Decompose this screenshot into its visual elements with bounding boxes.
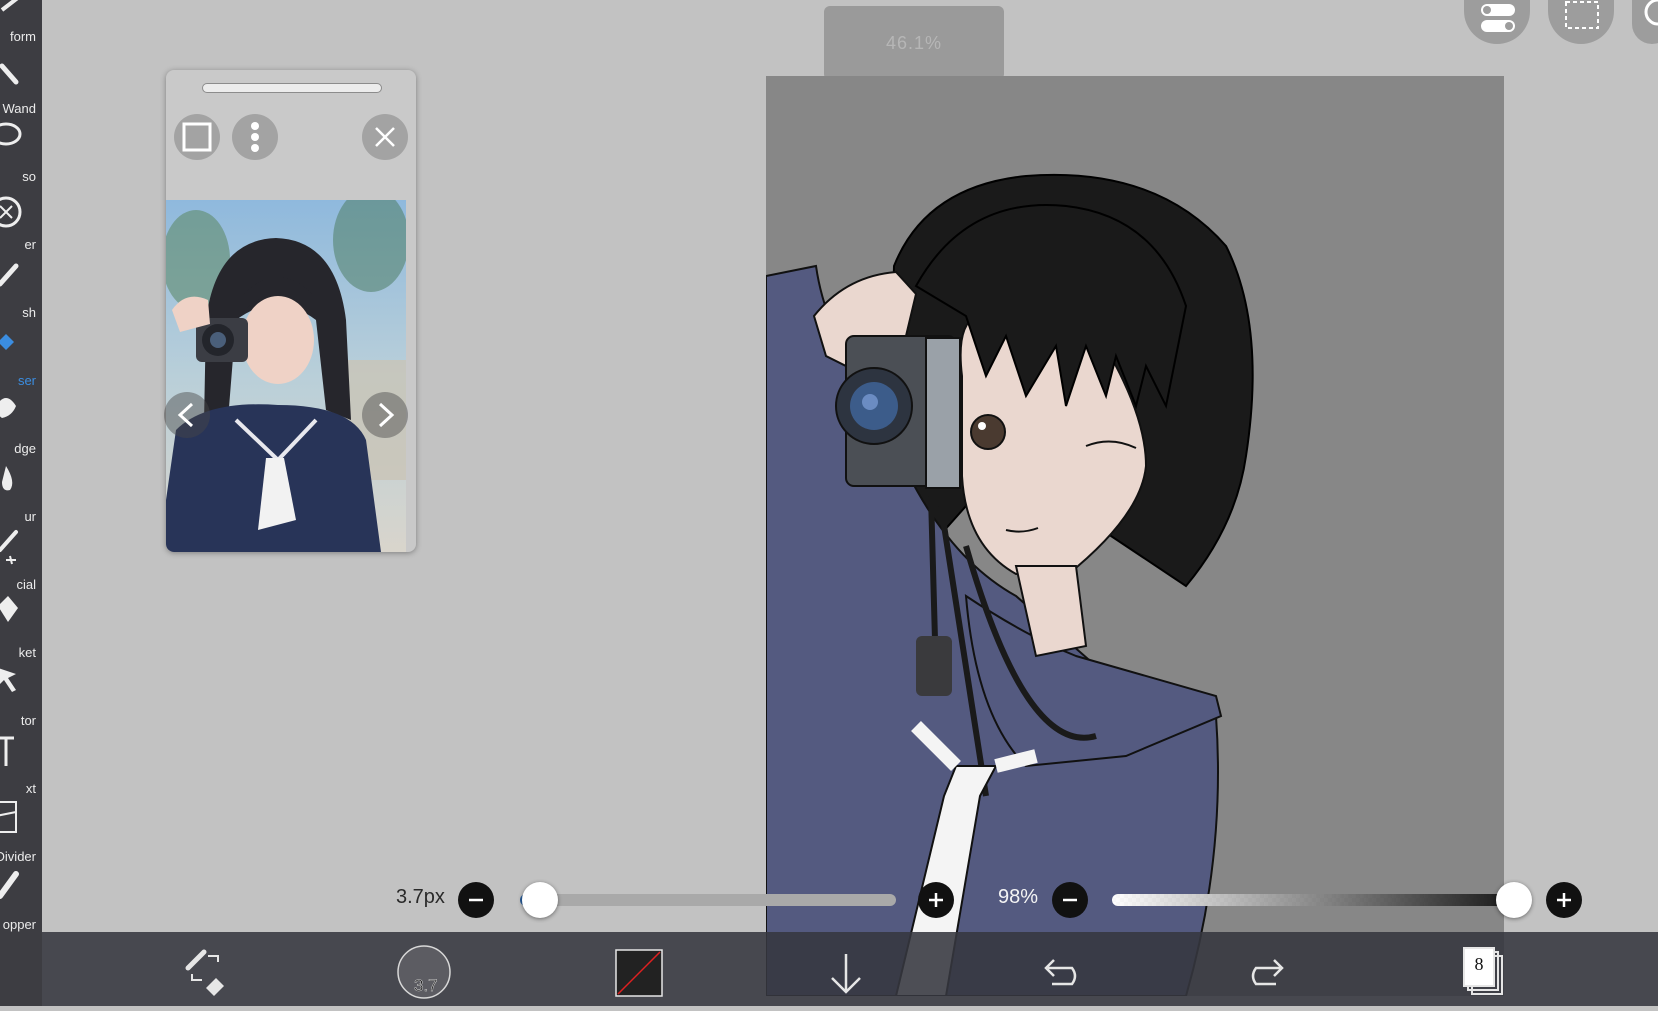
brush-size-thumb[interactable] [521, 882, 558, 918]
tool-smudge[interactable]: dge [0, 384, 42, 456]
lasso-icon [0, 112, 42, 164]
tool-eraser[interactable]: ser [0, 316, 42, 388]
selection-button[interactable] [1548, 0, 1614, 44]
plus-icon [929, 893, 943, 907]
settings-toggle-button[interactable] [1464, 0, 1530, 44]
tool-filter[interactable]: er [0, 180, 42, 252]
redo-button[interactable] [1248, 932, 1292, 1006]
artwork [766, 76, 1504, 996]
undo-icon [1044, 959, 1077, 986]
zoom-level-badge: 46.1% [824, 6, 1004, 80]
square-icon [182, 122, 212, 152]
bottom-toolbar: 3.7 8 [42, 932, 1658, 1006]
color-swatch-button[interactable] [614, 932, 664, 1006]
opacity-thumb[interactable] [1495, 882, 1532, 918]
brush-preview-label: 3.7 [414, 976, 438, 996]
drag-handle[interactable] [202, 83, 382, 93]
tool-brush[interactable]: sh [0, 248, 42, 320]
dashed-selection-icon [1565, 1, 1599, 29]
download-button[interactable] [824, 932, 868, 1006]
minus-icon [1063, 898, 1077, 902]
tool-selector[interactable]: tor [0, 656, 42, 728]
opacity-value: 98% [998, 886, 1039, 908]
brush-size-decrease-button[interactable] [458, 882, 494, 918]
smudge-icon [0, 384, 42, 436]
opacity-slider[interactable] [1112, 882, 1532, 918]
tool-frame-divider[interactable]: Divider [0, 792, 42, 864]
more-options-button[interactable] [1632, 0, 1658, 44]
reference-photo [166, 200, 406, 552]
ref-frame-button[interactable] [174, 114, 220, 160]
tool-lasso[interactable]: so [0, 112, 42, 184]
selector-icon [0, 656, 42, 708]
frame-divider-icon [0, 792, 42, 844]
undo-button[interactable] [1036, 932, 1080, 1006]
minus-icon [469, 898, 483, 902]
ref-menu-button[interactable] [232, 114, 278, 160]
brush-icon [0, 248, 42, 300]
filter-icon [0, 180, 42, 232]
tool-eyedropper[interactable]: opper [0, 860, 42, 932]
eraser-icon [0, 316, 42, 368]
redo-icon [1251, 959, 1284, 986]
layer-count: 8 [1474, 954, 1484, 974]
prev-image-button[interactable] [164, 392, 210, 438]
ref-close-button[interactable] [362, 114, 408, 160]
swap-tools-icon [185, 949, 224, 996]
tool-bucket[interactable]: ket [0, 588, 42, 660]
brush-size-increase-button[interactable] [918, 882, 954, 918]
drawing-canvas[interactable] [766, 76, 1504, 996]
tool-blur[interactable]: ur [0, 452, 42, 524]
reference-window[interactable] [164, 70, 416, 552]
chevron-right-icon [378, 402, 395, 428]
plus-icon [1557, 893, 1571, 907]
eyedropper-icon [0, 860, 42, 912]
tool-text[interactable]: xt [0, 724, 42, 796]
swap-tools-button[interactable] [182, 932, 230, 1006]
toggle-icon [1481, 4, 1515, 32]
tool-special-pen[interactable]: cial [0, 520, 42, 592]
bucket-icon [0, 588, 42, 640]
text-icon [0, 724, 42, 776]
blur-icon [0, 452, 42, 504]
rotate-icon [1644, 0, 1658, 26]
chevron-left-icon [177, 402, 194, 428]
brush-size-preview-button[interactable]: 3.7 [396, 932, 452, 1006]
magic-wand-icon [0, 44, 42, 96]
special-pen-icon [0, 520, 42, 572]
color-swatch-icon [615, 949, 663, 997]
transform-icon [0, 0, 42, 24]
tool-label: opper [2, 917, 36, 932]
close-icon [375, 127, 395, 147]
tool-sidebar: form Wand so er sh ser dge ur cial ket t… [0, 0, 42, 1006]
opacity-increase-button[interactable] [1546, 882, 1582, 918]
download-icon [831, 954, 861, 994]
tool-transform[interactable]: form [0, 0, 42, 44]
brush-size-value: 3.7px [396, 886, 445, 908]
opacity-decrease-button[interactable] [1052, 882, 1088, 918]
tool-magic-wand[interactable]: Wand [0, 44, 42, 116]
next-image-button[interactable] [362, 392, 408, 438]
layers-button[interactable]: 8 [1462, 932, 1508, 1006]
brush-size-slider[interactable] [520, 882, 896, 918]
kebab-menu-icon [251, 122, 259, 152]
tool-label: form [10, 29, 36, 44]
